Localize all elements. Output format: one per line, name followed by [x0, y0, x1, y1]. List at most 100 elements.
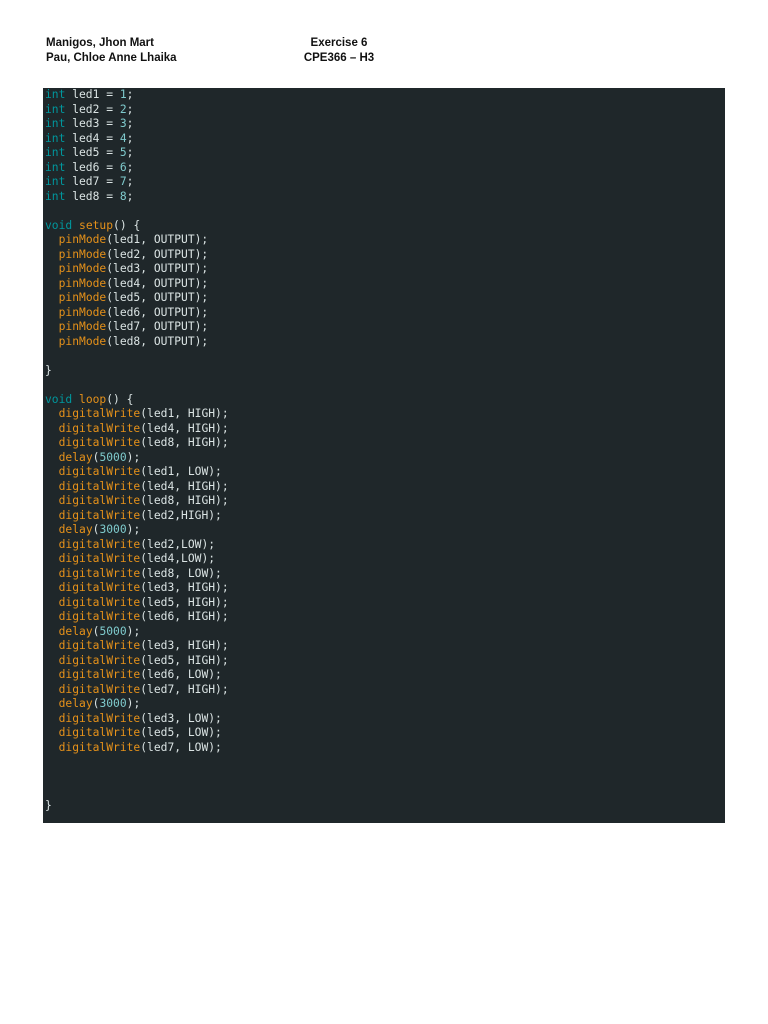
code-token-func: digitalWrite: [58, 508, 141, 522]
code-token-plain: led4 =: [65, 131, 120, 145]
code-token-func: pinMode: [58, 305, 107, 319]
code-line: int led7 = 7;: [45, 175, 725, 190]
code-token-func: digitalWrite: [58, 726, 141, 739]
code-line: digitalWrite(led4, HIGH);: [45, 422, 725, 437]
code-token-type: int: [45, 175, 66, 188]
code-token-type: void: [45, 218, 73, 232]
code-token-func: delay: [58, 624, 93, 638]
code-token-func: digitalWrite: [58, 595, 141, 609]
code-token-plain: () {: [113, 218, 141, 232]
code-token-plain: (led5, HIGH);: [140, 595, 229, 609]
code-token-plain: }: [45, 798, 52, 812]
code-line: digitalWrite(led8, LOW);: [45, 567, 725, 582]
author-name-2: Pau, Chloe Anne Lhaika: [46, 51, 177, 64]
code-token-type: int: [45, 117, 66, 130]
code-line: int led3 = 3;: [45, 117, 725, 132]
code-token-plain: led8 =: [65, 189, 120, 203]
code-token-type: int: [45, 102, 66, 116]
code-token-func: digitalWrite: [58, 668, 141, 681]
code-token-plain: (led1, LOW);: [140, 465, 222, 478]
code-token-func: delay: [58, 450, 93, 464]
code-token-plain: (led4,LOW);: [140, 552, 216, 565]
code-token-plain: ;: [126, 117, 134, 130]
code-line: digitalWrite(led3, LOW);: [45, 712, 725, 727]
code-line: pinMode(led4, OUTPUT);: [45, 277, 725, 292]
code-line: digitalWrite(led7, HIGH);: [45, 683, 725, 698]
code-token-plain: ;: [126, 131, 134, 145]
code-token-type: int: [45, 131, 66, 145]
code-line: digitalWrite(led5, HIGH);: [45, 596, 725, 611]
code-token-plain: ;: [126, 88, 134, 101]
code-token-plain: (led4, OUTPUT);: [106, 276, 209, 290]
code-token-func: delay: [58, 697, 93, 710]
code-line: pinMode(led8, OUTPUT);: [45, 335, 725, 350]
code-line: }: [45, 364, 725, 379]
code-line: int led5 = 5;: [45, 146, 725, 161]
code-token-num: 7: [119, 175, 127, 188]
code-line: digitalWrite(led8, HIGH);: [45, 494, 725, 509]
code-line: digitalWrite(led6, LOW);: [45, 668, 725, 683]
code-token-func: digitalWrite: [58, 711, 141, 725]
code-line: delay(5000);: [45, 451, 725, 466]
code-token-func: digitalWrite: [58, 566, 141, 580]
code-token-plain: (led7, OUTPUT);: [106, 320, 209, 333]
code-line: delay(3000);: [45, 697, 725, 712]
code-line: int led8 = 8;: [45, 190, 725, 205]
code-token-func: digitalWrite: [58, 610, 141, 623]
code-line: }: [45, 799, 725, 814]
code-line: void setup() {: [45, 219, 725, 234]
code-token-plain: (led3, LOW);: [140, 711, 222, 725]
code-token-plain: () {: [106, 392, 134, 406]
code-token-func: pinMode: [58, 276, 107, 290]
code-token-func: pinMode: [58, 233, 107, 246]
code-token-plain: led1 =: [65, 88, 120, 101]
code-token-plain: (led2, OUTPUT);: [106, 247, 209, 261]
code-line: pinMode(led3, OUTPUT);: [45, 262, 725, 277]
code-line: delay(5000);: [45, 625, 725, 640]
code-token-num: 5000: [99, 624, 127, 638]
code-token-type: int: [45, 88, 66, 101]
code-token-func: setup: [79, 218, 114, 232]
code-token-func: digitalWrite: [58, 465, 141, 478]
code-line: pinMode(led7, OUTPUT);: [45, 320, 725, 335]
code-token-plain: (led3, OUTPUT);: [106, 262, 209, 275]
course-code: CPE366 – H3: [303, 51, 375, 64]
code-line: digitalWrite(led7, LOW);: [45, 741, 725, 756]
code-line: pinMode(led5, OUTPUT);: [45, 291, 725, 306]
code-line: int led4 = 4;: [45, 132, 725, 147]
code-token-plain: (led4, HIGH);: [140, 479, 229, 493]
code-line: digitalWrite(led2,LOW);: [45, 538, 725, 553]
code-token-func: digitalWrite: [58, 537, 141, 551]
code-token-func: delay: [58, 523, 93, 536]
code-line: void loop() {: [45, 393, 725, 408]
code-token-plain: );: [126, 697, 141, 710]
code-token-func: digitalWrite: [58, 407, 141, 420]
code-token-plain: (led3, HIGH);: [140, 639, 229, 652]
code-token-func: digitalWrite: [58, 581, 141, 594]
code-token-plain: (led8, HIGH);: [140, 436, 229, 449]
code-token-func: digitalWrite: [58, 740, 141, 754]
code-token-func: digitalWrite: [58, 639, 141, 652]
